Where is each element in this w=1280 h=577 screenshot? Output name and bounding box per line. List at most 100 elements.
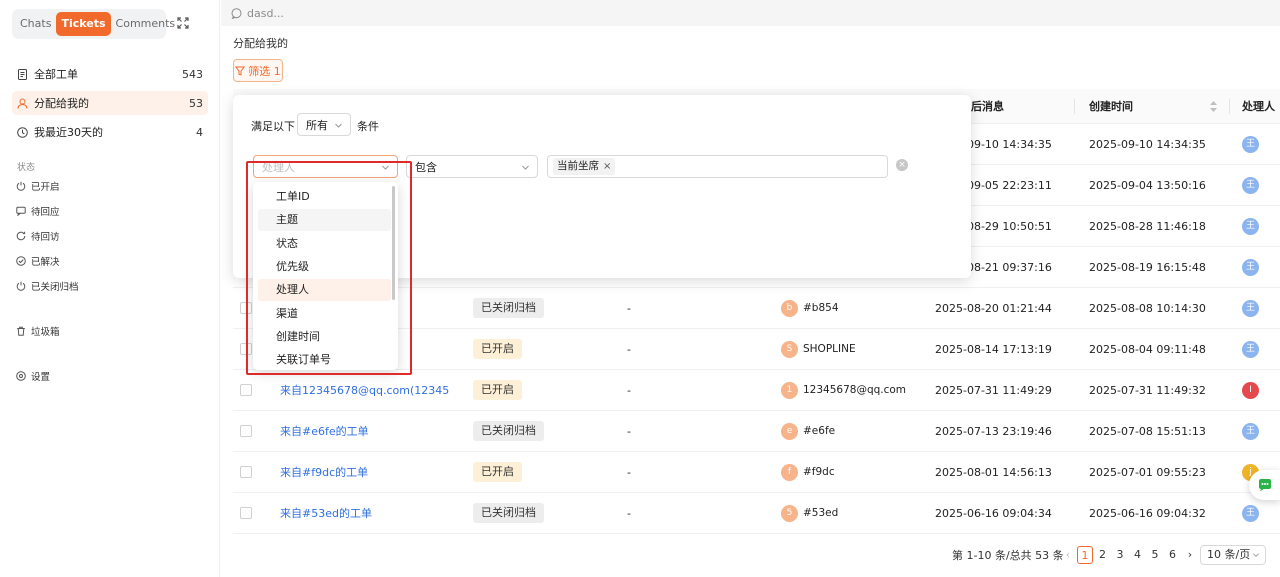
nav-status-opened[interactable]: 已开启	[16, 179, 60, 193]
created-time: 2025-09-10 14:34:35	[1089, 138, 1206, 151]
created-time: 2025-07-08 15:51:13	[1089, 425, 1206, 438]
nav-trash[interactable]: 垃圾箱	[16, 324, 60, 338]
created-time: 2025-08-19 16:15:48	[1089, 261, 1206, 274]
dropdown-option[interactable]: 创建时间	[258, 326, 391, 348]
header-created-time[interactable]: 创建时间	[1089, 89, 1133, 124]
row-checkbox[interactable]	[240, 302, 252, 314]
condition-operator-select[interactable]: 包含	[406, 155, 538, 178]
nav-label: 已解决	[31, 257, 60, 268]
trash-icon	[16, 326, 26, 336]
row-checkbox[interactable]	[240, 343, 252, 355]
handler-avatar[interactable]: 王	[1242, 505, 1259, 522]
created-time: 2025-09-04 13:50:16	[1089, 179, 1206, 192]
header-handler[interactable]: 处理人	[1242, 89, 1275, 124]
nav-all-tickets[interactable]: 全部工单 543	[12, 62, 208, 86]
table-row[interactable]: 来自12345678@qq.com(12345678@ 已开启 - 1 12345678…	[233, 370, 1280, 411]
dropdown-option[interactable]: 工单ID	[258, 186, 391, 208]
ticket-subject[interactable]: 来自#e6fe的工单	[280, 411, 450, 452]
sort-icon[interactable]	[1210, 101, 1217, 115]
sidebar: Chats Tickets Comments 全部工单 543 分配给我的 53…	[0, 0, 220, 577]
page-number[interactable]: 2	[1095, 546, 1111, 564]
page-number[interactable]: 3	[1112, 546, 1128, 564]
dropdown-option[interactable]: 渠道	[258, 303, 391, 325]
nav-status-resolved[interactable]: 已解决	[16, 254, 60, 268]
ticket-source: #53ed	[803, 507, 839, 519]
tab-tickets[interactable]: Tickets	[56, 12, 111, 36]
chip-close-icon[interactable]: ×	[603, 158, 611, 175]
nav-assigned-to-me[interactable]: 分配给我的 53	[12, 91, 208, 115]
source-avatar: e	[781, 423, 798, 440]
handler-avatar[interactable]: 王	[1242, 136, 1259, 153]
dropdown-option[interactable]: 状态	[258, 233, 391, 255]
source-avatar: f	[781, 464, 798, 481]
chat-widget-button[interactable]	[1249, 470, 1280, 500]
table-row[interactable]: 来自#53ed的工单 已关闭归档 - 5 #53ed 2025-06-16 09:04:3…	[233, 493, 1280, 534]
dropdown-scrollbar[interactable]	[392, 186, 395, 300]
clock-icon	[17, 126, 28, 138]
expand-icon[interactable]	[177, 17, 189, 29]
pagination-summary: 第 1-10 条/总共 53 条	[952, 549, 1064, 562]
handler-avatar[interactable]: 王	[1242, 259, 1259, 276]
handler-avatar[interactable]: I	[1242, 382, 1259, 399]
row-checkbox[interactable]	[240, 384, 252, 396]
row-checkbox[interactable]	[240, 425, 252, 437]
nav-status-pending-reply[interactable]: 待回应	[16, 204, 60, 218]
remove-condition-icon[interactable]: ×	[896, 159, 908, 171]
power-icon	[16, 181, 26, 191]
conversation-preview: dasd...	[247, 6, 284, 20]
nav-settings[interactable]: 设置	[16, 369, 50, 383]
row-checkbox[interactable]	[240, 466, 252, 478]
user-icon	[17, 98, 28, 109]
row-checkbox[interactable]	[240, 507, 252, 519]
nav-label: 分配给我的	[34, 97, 89, 110]
nav-count: 53	[189, 96, 203, 110]
page-number[interactable]: 6	[1165, 546, 1181, 564]
nav-recent-30-days[interactable]: 我最近30天的 4	[12, 120, 208, 144]
dropdown-option[interactable]: 主题	[258, 209, 391, 232]
filter-button[interactable]: 筛选 1	[233, 59, 283, 82]
chevron-down-icon	[1253, 553, 1259, 557]
table-row[interactable]: 来自#f9dc的工单 已开启 - f #f9dc 2025-08-01 14:56:13 2…	[233, 452, 1280, 493]
page-number[interactable]: 5	[1147, 546, 1163, 564]
chat-bubble-icon	[231, 7, 242, 19]
last-message-time: 2025-06-16 09:04:34	[935, 507, 1052, 520]
condition-value-select[interactable]: 当前坐席 ×	[547, 155, 888, 178]
column-divider	[1229, 99, 1230, 114]
prev-page-icon[interactable]: ‹	[1060, 546, 1076, 564]
condition-field-select[interactable]: 处理人	[253, 155, 398, 178]
tab-comments[interactable]: Comments	[111, 12, 181, 36]
status-badge: 已开启	[473, 380, 522, 400]
filter-button-label: 筛选 1	[248, 64, 281, 78]
conversation-bar[interactable]: dasd...	[221, 0, 1280, 26]
match-mode-select[interactable]: 所有	[297, 113, 351, 136]
page-number[interactable]: 1	[1077, 546, 1093, 564]
handler-avatar[interactable]: 王	[1242, 341, 1259, 358]
ticket-field: -	[627, 425, 631, 438]
page-size-select[interactable]: 10 条/页	[1200, 545, 1266, 565]
chat-icon	[1259, 479, 1271, 492]
last-message-time: 2025-07-31 11:49:29	[935, 384, 1052, 397]
ticket-subject[interactable]: 来自#f9dc的工单	[280, 452, 450, 493]
nav-status-archived[interactable]: 已关闭归档	[16, 279, 79, 293]
ticket-subject[interactable]: 来自#53ed的工单	[280, 493, 450, 534]
condition-operator-value: 包含	[415, 160, 437, 174]
created-time: 2025-08-08 10:14:30	[1089, 302, 1206, 315]
handler-avatar[interactable]: 王	[1242, 177, 1259, 194]
handler-avatar[interactable]: 王	[1242, 300, 1259, 317]
nav-label: 全部工单	[34, 68, 78, 81]
dropdown-option[interactable]: 关联订单号	[258, 349, 391, 370]
tab-chats[interactable]: Chats	[15, 12, 56, 36]
status-heading: 状态	[17, 163, 36, 173]
created-time: 2025-06-16 09:04:32	[1089, 507, 1206, 520]
handler-avatar[interactable]: 王	[1242, 218, 1259, 235]
dropdown-option[interactable]: 处理人	[258, 279, 391, 302]
nav-status-pending-followup[interactable]: 待回访	[16, 229, 60, 243]
next-page-icon[interactable]: ›	[1182, 546, 1198, 564]
page-number[interactable]: 4	[1130, 546, 1146, 564]
field-dropdown: 工单ID 主题 状态 优先级 处理人 渠道 创建时间 关联订单号	[253, 182, 398, 370]
table-row[interactable]: 来自#e6fe的工单 已关闭归档 - e #e6fe 2025-07-13 23:19:4…	[233, 411, 1280, 452]
dropdown-option[interactable]: 优先级	[258, 256, 391, 278]
ticket-subject[interactable]: 来自12345678@qq.com(12345678@	[280, 370, 450, 411]
handler-avatar[interactable]: 王	[1242, 423, 1259, 440]
ticket-field: -	[627, 384, 631, 397]
